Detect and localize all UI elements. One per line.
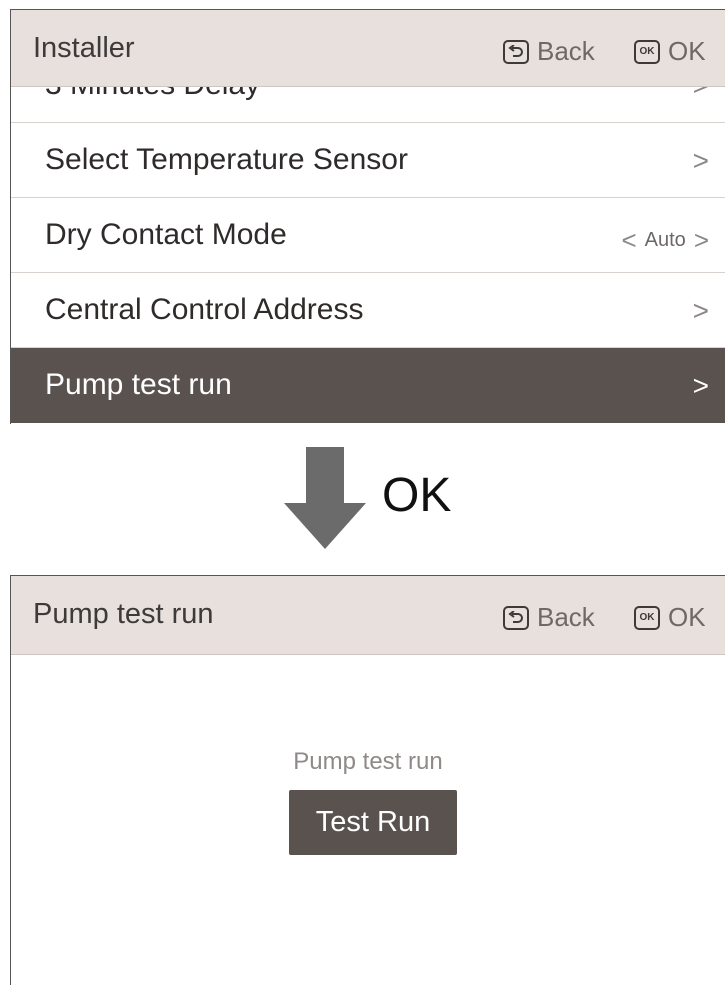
ok-label: OK (668, 602, 706, 632)
ok-button[interactable]: OK OK (634, 36, 706, 67)
back-icon (503, 605, 529, 630)
chevron-right-icon: > (692, 295, 709, 326)
ok-icon: OK (634, 605, 660, 630)
back-icon (503, 39, 529, 64)
installer-screen: Installer Back OK OK 3 Minutes Delay > S… (10, 9, 725, 424)
transition-label: OK (382, 469, 452, 522)
chevron-left-icon[interactable]: < (621, 225, 636, 256)
menu-item-pump-test-run[interactable]: Pump test run > (11, 348, 725, 423)
header-title: Pump test run (33, 598, 214, 630)
dry-contact-mode-value: Auto (644, 229, 686, 251)
test-run-button[interactable]: Test Run (289, 790, 457, 855)
installer-header: Installer Back OK OK (11, 10, 725, 87)
ok-button[interactable]: OK OK (634, 602, 706, 633)
menu-item-label: Select Temperature Sensor (45, 143, 408, 176)
ok-label: OK (668, 36, 706, 66)
chevron-right-icon: > (692, 145, 709, 176)
back-button[interactable]: Back (503, 36, 595, 67)
pump-test-run-label: Pump test run (293, 748, 443, 775)
chevron-right-icon: > (692, 370, 709, 401)
pump-test-run-screen: Pump test run Back OK OK Pump test run T… (10, 575, 725, 985)
back-label: Back (537, 36, 595, 66)
chevron-right-icon[interactable]: > (694, 225, 709, 256)
menu-item-select-temperature-sensor[interactable]: Select Temperature Sensor > (11, 123, 725, 198)
menu-item-label: Dry Contact Mode (45, 218, 287, 251)
pump-test-run-header: Pump test run Back OK OK (11, 576, 725, 655)
menu-item-label: Pump test run (45, 368, 232, 401)
menu-item-label: Central Control Address (45, 293, 364, 326)
back-label: Back (537, 602, 595, 632)
dry-contact-mode-selector[interactable]: < Auto > (621, 225, 709, 256)
menu-item-dry-contact-mode[interactable]: Dry Contact Mode < Auto > (11, 198, 725, 273)
ok-icon: OK (634, 39, 660, 64)
menu-item-central-control-address[interactable]: Central Control Address > (11, 273, 725, 348)
down-arrow-icon (284, 447, 366, 549)
back-button[interactable]: Back (503, 602, 595, 633)
header-title: Installer (33, 32, 135, 64)
